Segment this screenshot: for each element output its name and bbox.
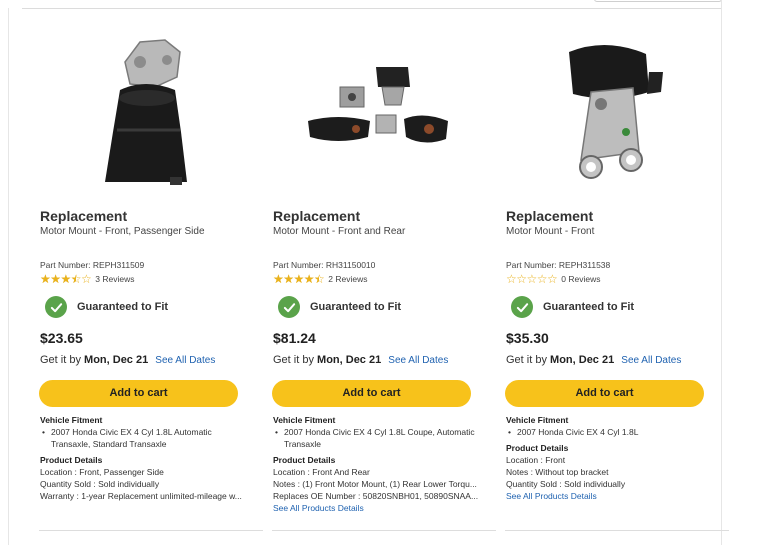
detail-line: Location : Front, Passenger Side bbox=[40, 467, 164, 477]
fitment-heading: Vehicle Fitment bbox=[506, 415, 569, 425]
delivery-date: Mon, Dec 21 bbox=[317, 354, 382, 366]
see-all-dates-link[interactable]: See All Dates bbox=[155, 355, 215, 366]
product-specs: Vehicle Fitment 2007 Honda Civic EX 4 Cy… bbox=[273, 414, 483, 518]
detail-line: Quantity Sold : Sold individually bbox=[506, 479, 626, 489]
product-brand[interactable]: Replacement bbox=[506, 208, 593, 224]
product-specs: Vehicle Fitment 2007 Honda Civic EX 4 Cy… bbox=[506, 414, 716, 506]
part-number: Part Number: REPH311509 bbox=[40, 260, 145, 270]
product-image bbox=[569, 44, 663, 179]
review-count[interactable]: 3 Reviews bbox=[95, 274, 134, 284]
star-rating-icon: ☆☆☆☆☆★★★★★ bbox=[273, 272, 325, 286]
delivery-prefix: Get it by bbox=[40, 354, 81, 366]
product-image bbox=[308, 67, 448, 143]
product-image bbox=[105, 39, 187, 185]
price: $35.30 bbox=[506, 330, 549, 346]
detail-line: Replaces OE Number : 50820SNBH01, 50890S… bbox=[273, 491, 479, 501]
product-card: Replacement Motor Mount - Front and Rear… bbox=[272, 24, 496, 531]
details-heading: Product Details bbox=[506, 443, 569, 453]
delivery-info: Get it by Mon, Dec 21 See All Dates bbox=[506, 354, 681, 366]
product-card: Replacement Motor Mount - Front, Passeng… bbox=[39, 24, 263, 531]
review-count[interactable]: 0 Reviews bbox=[561, 274, 600, 284]
fitment-item: 2007 Honda Civic EX 4 Cyl 1.8L bbox=[506, 426, 716, 438]
product-image-link[interactable] bbox=[505, 24, 717, 200]
fitment-item: 2007 Honda Civic EX 4 Cyl 1.8L Automatic… bbox=[40, 426, 250, 450]
details-heading: Product Details bbox=[40, 455, 103, 465]
guaranteed-fit-badge: Guaranteed to Fit bbox=[45, 296, 168, 318]
product-title[interactable]: Motor Mount - Front bbox=[506, 226, 594, 237]
product-brand[interactable]: Replacement bbox=[40, 208, 127, 224]
review-count[interactable]: 2 Reviews bbox=[328, 274, 367, 284]
see-all-details-link[interactable]: See All Products Details bbox=[506, 490, 716, 502]
product-image-link[interactable] bbox=[272, 24, 484, 200]
divider bbox=[39, 530, 263, 531]
guarantee-label: Guaranteed to Fit bbox=[310, 301, 402, 313]
star-rating-icon: ☆☆☆☆☆★★★★★ bbox=[40, 272, 92, 286]
divider bbox=[505, 530, 729, 531]
product-specs: Vehicle Fitment 2007 Honda Civic EX 4 Cy… bbox=[40, 414, 250, 506]
check-icon bbox=[511, 296, 533, 318]
product-brand[interactable]: Replacement bbox=[273, 208, 360, 224]
part-number: Part Number: RH31150010 bbox=[273, 260, 376, 270]
delivery-date: Mon, Dec 21 bbox=[84, 354, 149, 366]
guaranteed-fit-badge: Guaranteed to Fit bbox=[511, 296, 634, 318]
detail-line: Notes : (1) Front Motor Mount, (1) Rear … bbox=[273, 479, 477, 489]
detail-line: Location : Front bbox=[506, 455, 566, 465]
add-to-cart-button[interactable]: Add to cart bbox=[39, 380, 238, 407]
product-card: Replacement Motor Mount - Front Part Num… bbox=[505, 24, 729, 531]
sort-select[interactable] bbox=[594, 0, 722, 2]
add-to-cart-button[interactable]: Add to cart bbox=[272, 380, 471, 407]
detail-line: Quantity Sold : Sold individually bbox=[40, 479, 160, 489]
divider bbox=[22, 8, 722, 9]
delivery-date: Mon, Dec 21 bbox=[550, 354, 615, 366]
see-all-dates-link[interactable]: See All Dates bbox=[388, 355, 448, 366]
guarantee-label: Guaranteed to Fit bbox=[543, 301, 635, 313]
detail-line: Location : Front And Rear bbox=[273, 467, 370, 477]
delivery-prefix: Get it by bbox=[506, 354, 547, 366]
detail-line: Notes : Without top bracket bbox=[506, 467, 609, 477]
fitment-heading: Vehicle Fitment bbox=[40, 415, 103, 425]
delivery-prefix: Get it by bbox=[273, 354, 314, 366]
divider bbox=[721, 0, 722, 545]
divider bbox=[8, 8, 9, 545]
product-image-link[interactable] bbox=[39, 24, 251, 200]
price: $23.65 bbox=[40, 330, 83, 346]
fitment-item: 2007 Honda Civic EX 4 Cyl 1.8L Coupe, Au… bbox=[273, 426, 483, 450]
price: $81.24 bbox=[273, 330, 316, 346]
product-title[interactable]: Motor Mount - Front and Rear bbox=[273, 226, 405, 237]
add-to-cart-button[interactable]: Add to cart bbox=[505, 380, 704, 407]
delivery-info: Get it by Mon, Dec 21 See All Dates bbox=[273, 354, 448, 366]
detail-line: Warranty : 1-year Replacement unlimited-… bbox=[40, 491, 242, 501]
rating[interactable]: ☆☆☆☆☆★★★★★ 3 Reviews bbox=[40, 272, 135, 286]
details-heading: Product Details bbox=[273, 455, 336, 465]
check-icon bbox=[278, 296, 300, 318]
product-title[interactable]: Motor Mount - Front, Passenger Side bbox=[40, 226, 205, 237]
check-icon bbox=[45, 296, 67, 318]
guarantee-label: Guaranteed to Fit bbox=[77, 301, 169, 313]
see-all-dates-link[interactable]: See All Dates bbox=[621, 355, 681, 366]
star-rating-icon: ☆☆☆☆☆★★★★★ bbox=[506, 272, 558, 286]
part-number: Part Number: REPH311538 bbox=[506, 260, 611, 270]
see-all-details-link[interactable]: See All Products Details bbox=[273, 502, 483, 514]
guaranteed-fit-badge: Guaranteed to Fit bbox=[278, 296, 401, 318]
rating[interactable]: ☆☆☆☆☆★★★★★ 0 Reviews bbox=[506, 272, 601, 286]
divider bbox=[272, 530, 496, 531]
delivery-info: Get it by Mon, Dec 21 See All Dates bbox=[40, 354, 215, 366]
rating[interactable]: ☆☆☆☆☆★★★★★ 2 Reviews bbox=[273, 272, 368, 286]
fitment-heading: Vehicle Fitment bbox=[273, 415, 336, 425]
